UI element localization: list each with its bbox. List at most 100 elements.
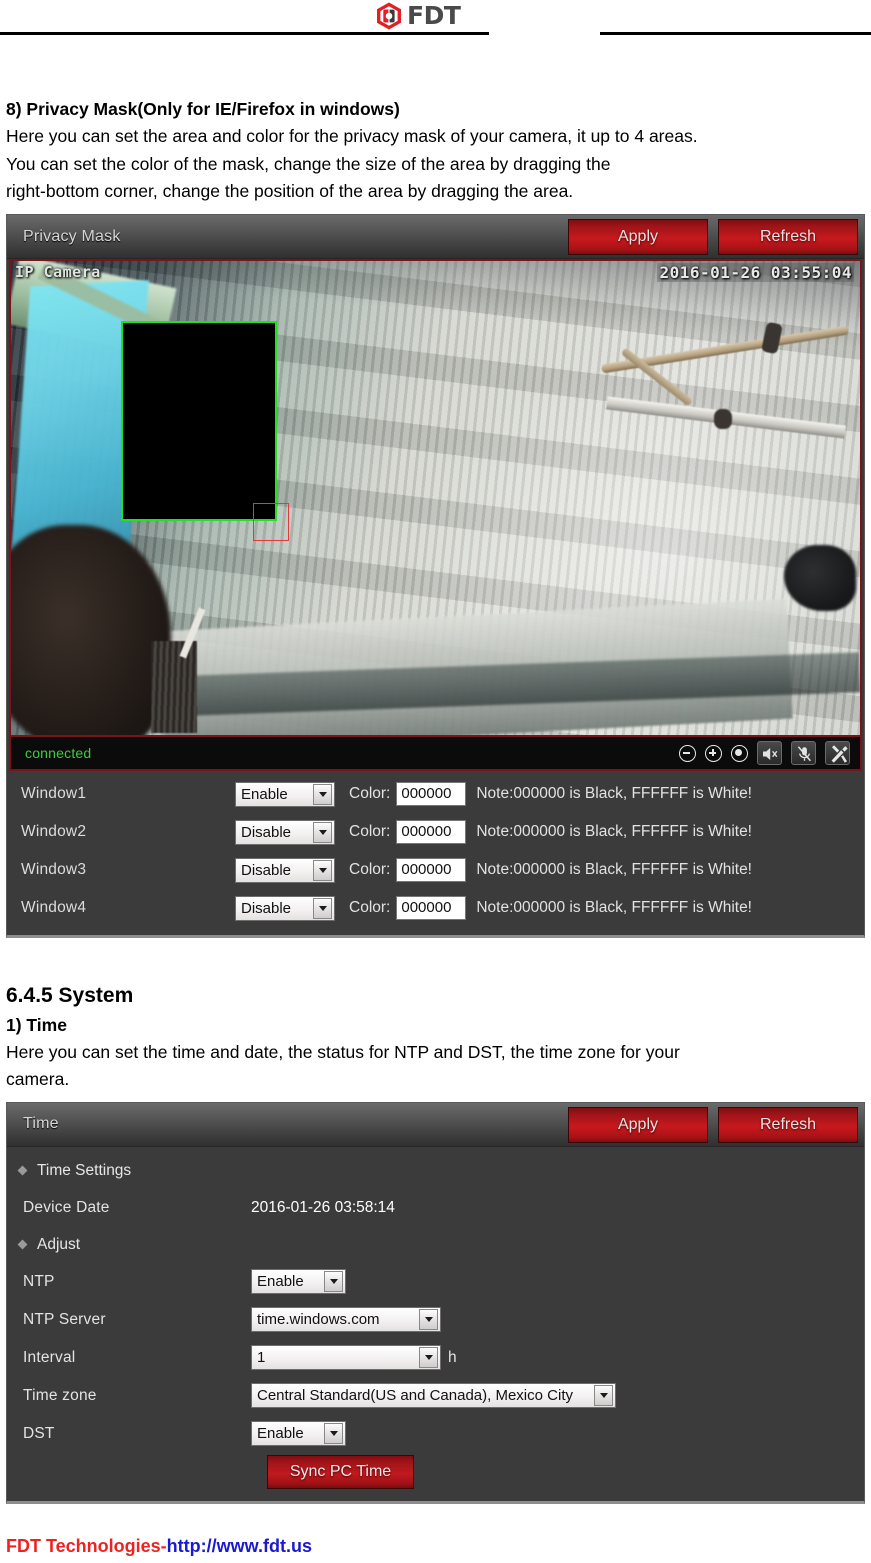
ntp-label: NTP: [23, 1272, 55, 1290]
dst-row: DST Enable: [7, 1415, 864, 1453]
sync-row: Sync PC Time: [7, 1453, 864, 1491]
privacy-mask-panel-title: Privacy Mask: [23, 227, 121, 245]
window1-color-input[interactable]: 000000: [396, 782, 467, 807]
window3-state-select[interactable]: Disable: [235, 857, 335, 883]
interval-row: Interval 1 h: [7, 1339, 864, 1377]
chevron-down-icon: [324, 1271, 343, 1293]
document-content: 8) Privacy Mask(Only for IE/Firefox in w…: [0, 38, 871, 1504]
interval-select[interactable]: 1: [251, 1345, 441, 1371]
ntp-select[interactable]: Enable: [251, 1269, 346, 1295]
privacy-refresh-button[interactable]: Refresh: [718, 219, 858, 256]
interval-value: 1: [257, 1349, 266, 1367]
adjust-group-header: Adjust: [7, 1227, 864, 1263]
window2-state-select[interactable]: Disable: [235, 819, 335, 845]
timezone-select[interactable]: Central Standard(US and Canada), Mexico …: [251, 1383, 616, 1409]
record-dot-icon[interactable]: [731, 744, 748, 762]
video-shelf-object-shape: [714, 409, 732, 430]
device-date-label: Device Date: [23, 1198, 110, 1216]
fdt-hexagon-logo-icon: [374, 1, 404, 31]
ntp-server-select[interactable]: time.windows.com: [251, 1307, 441, 1333]
interval-unit: h: [448, 1348, 457, 1366]
header-divider-left: [0, 32, 489, 35]
chevron-down-icon: [313, 821, 332, 843]
video-timestamp-overlay: 2016-01-26 03:55:04: [657, 263, 854, 283]
window4-color-label: Color:: [349, 899, 391, 917]
mic-mute-icon[interactable]: [791, 741, 816, 766]
time-refresh-button[interactable]: Refresh: [718, 1106, 858, 1143]
fdt-logo: FDT: [374, 1, 461, 31]
timezone-value: Central Standard(US and Canada), Mexico …: [257, 1387, 573, 1405]
dst-value: Enable: [257, 1425, 304, 1443]
privacy-mask-resize-handle[interactable]: [253, 503, 289, 542]
chevron-down-icon: [594, 1385, 613, 1407]
tools-icon[interactable]: [825, 741, 850, 766]
zoom-in-icon[interactable]: [705, 744, 722, 762]
window1-state-select[interactable]: Enable: [235, 781, 335, 807]
header-divider-right: [600, 32, 871, 35]
time-panel: Time Apply Refresh Time Settings Device …: [6, 1101, 865, 1504]
footer-company: FDT Technologies-: [6, 1536, 167, 1556]
video-preview[interactable]: IP Camera 2016-01-26 03:55:04: [9, 259, 862, 738]
time-apply-button[interactable]: Apply: [568, 1106, 708, 1143]
privacy-apply-button[interactable]: Apply: [568, 219, 708, 256]
privacy-mask-para-line2: You can set the color of the mask, chang…: [6, 153, 611, 174]
privacy-window-row-2: Window2 Disable Color: 000000 Note:00000…: [7, 813, 864, 851]
ntp-server-value: time.windows.com: [257, 1311, 380, 1329]
footer-url[interactable]: http://www.fdt.us: [167, 1536, 312, 1556]
window3-color-label: Color:: [349, 861, 391, 879]
document-page: FDT 8) Privacy Mask(Only for IE/Firefox …: [0, 0, 871, 1563]
adjust-group-label: Adjust: [37, 1235, 81, 1253]
privacy-mask-para-line1: Here you can set the area and color for …: [6, 126, 698, 147]
window4-color-input[interactable]: 000000: [396, 896, 467, 921]
diamond-bullet-icon: [17, 1166, 28, 1176]
zoom-out-icon[interactable]: [679, 744, 696, 762]
privacy-mask-region[interactable]: [121, 321, 277, 522]
system-section-heading: 6.4.5 System: [6, 984, 134, 1008]
ntp-value: Enable: [257, 1273, 304, 1291]
window3-color-input[interactable]: 000000: [396, 858, 467, 883]
ntp-row: NTP Enable: [7, 1263, 864, 1301]
window2-label: Window2: [21, 823, 87, 841]
dst-label: DST: [23, 1424, 55, 1442]
video-status-bar: connected: [9, 737, 862, 772]
window1-note: Note:000000 is Black, FFFFFF is White!: [476, 785, 752, 803]
privacy-mask-panel-header: Privacy Mask Apply Refresh: [7, 215, 864, 260]
diamond-bullet-icon: [17, 1240, 28, 1250]
privacy-mask-para-line3: right-bottom corner, change the position…: [6, 181, 574, 202]
device-date-value: 2016-01-26 03:58:14: [251, 1198, 395, 1216]
chevron-down-icon: [313, 897, 332, 919]
chevron-down-icon: [313, 783, 332, 805]
sync-pc-time-button[interactable]: Sync PC Time: [267, 1454, 414, 1489]
timezone-label: Time zone: [23, 1386, 97, 1404]
privacy-window-row-4: Window4 Disable Color: 000000 Note:00000…: [7, 889, 864, 927]
window3-note: Note:000000 is Black, FFFFFF is White!: [476, 861, 752, 879]
time-para-line1: Here you can set the time and date, the …: [6, 1041, 680, 1062]
time-panel-header: Time Apply Refresh: [7, 1102, 864, 1147]
window4-state-select[interactable]: Disable: [235, 895, 335, 921]
chevron-down-icon: [419, 1309, 438, 1331]
video-control-icons: [679, 741, 850, 766]
window2-color-input[interactable]: 000000: [396, 820, 467, 845]
window4-state-value: Disable: [241, 899, 292, 917]
window2-note: Note:000000 is Black, FFFFFF is White!: [476, 823, 752, 841]
device-date-row: Device Date 2016-01-26 03:58:14: [7, 1189, 864, 1227]
privacy-window-row-1: Window1 Enable Color: 000000 Note:000000…: [7, 775, 864, 813]
privacy-window-row-3: Window3 Disable Color: 000000 Note:00000…: [7, 851, 864, 889]
ntp-server-label: NTP Server: [23, 1310, 106, 1328]
time-subsection-heading: 1) Time: [6, 1014, 67, 1035]
chevron-down-icon: [313, 859, 332, 881]
time-panel-title: Time: [23, 1115, 59, 1133]
connection-status-text: connected: [25, 745, 92, 762]
chevron-down-icon: [324, 1423, 343, 1445]
privacy-mask-heading: 8) Privacy Mask(Only for IE/Firefox in w…: [6, 99, 400, 119]
window1-state-value: Enable: [241, 785, 288, 803]
dst-select[interactable]: Enable: [251, 1421, 346, 1447]
time-panel-actions: Apply Refresh: [568, 1106, 858, 1143]
page-footer: FDT Technologies-http://www.fdt.us: [6, 1536, 312, 1557]
speaker-mute-icon[interactable]: [757, 741, 782, 766]
video-camera-name-overlay: IP Camera: [15, 263, 101, 282]
privacy-mask-panel: Privacy Mask Apply Refresh IP Camera 201…: [6, 214, 865, 939]
window4-note: Note:000000 is Black, FFFFFF is White!: [476, 899, 752, 917]
timezone-row: Time zone Central Standard(US and Canada…: [7, 1377, 864, 1415]
ntp-server-row: NTP Server time.windows.com: [7, 1301, 864, 1339]
